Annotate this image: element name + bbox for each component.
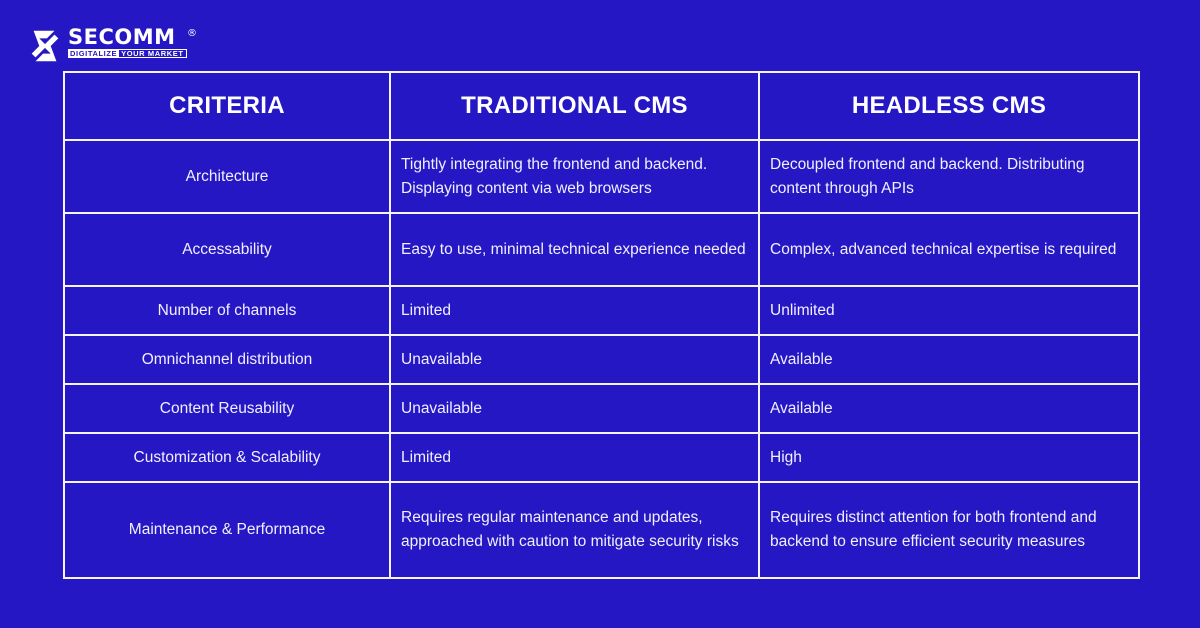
headless-cell: Available (758, 383, 1140, 434)
tagline-part1: DIGITALIZE (68, 49, 120, 58)
criteria-cell: Content Reusability (63, 383, 391, 434)
tagline-part2: YOUR MARKET (119, 49, 187, 58)
criteria-cell: Customization & Scalability (63, 432, 391, 483)
traditional-cell: Unavailable (389, 334, 760, 385)
header-traditional-cms: TRADITIONAL CMS (389, 71, 760, 141)
traditional-cell: Easy to use, minimal technical experienc… (389, 212, 760, 287)
table-row: Omnichannel distribution Unavailable Ava… (63, 334, 1140, 385)
registered-mark: ® (187, 28, 198, 39)
table-header-row: CRITERIA TRADITIONAL CMS HEADLESS CMS (63, 71, 1140, 141)
brand-name: SECOMM ® (68, 25, 197, 49)
traditional-cell: Unavailable (389, 383, 760, 434)
table-row: Customization & Scalability Limited High (63, 432, 1140, 483)
table-row: Accessability Easy to use, minimal techn… (63, 212, 1140, 287)
headless-cell: Decoupled frontend and backend. Distribu… (758, 139, 1140, 214)
traditional-cell: Limited (389, 285, 760, 336)
traditional-cell: Tightly integrating the frontend and bac… (389, 139, 760, 214)
brand-logo: SECOMM ® DIGITALIZE YOUR MARKET (26, 25, 197, 65)
criteria-cell: Accessability (63, 212, 391, 287)
header-criteria: CRITERIA (63, 71, 391, 141)
criteria-cell: Maintenance & Performance (63, 481, 391, 579)
table-row: Architecture Tightly integrating the fro… (63, 139, 1140, 214)
table-row: Content Reusability Unavailable Availabl… (63, 383, 1140, 434)
traditional-cell: Requires regular maintenance and updates… (389, 481, 760, 579)
headless-cell: Unlimited (758, 285, 1140, 336)
headless-cell: Complex, advanced technical expertise is… (758, 212, 1140, 287)
table-row: Maintenance & Performance Requires regul… (63, 481, 1140, 579)
criteria-cell: Number of channels (63, 285, 391, 336)
headless-cell: Available (758, 334, 1140, 385)
table-row: Number of channels Limited Unlimited (63, 285, 1140, 336)
headless-cell: Requires distinct attention for both fro… (758, 481, 1140, 579)
criteria-cell: Omnichannel distribution (63, 334, 391, 385)
brand-name-text: SECOMM (68, 25, 176, 49)
headless-cell: High (758, 432, 1140, 483)
secomm-s-logo-icon (31, 30, 59, 62)
brand-tagline: DIGITALIZE YOUR MARKET (68, 49, 187, 58)
traditional-cell: Limited (389, 432, 760, 483)
header-headless-cms: HEADLESS CMS (758, 71, 1140, 141)
criteria-cell: Architecture (63, 139, 391, 214)
cms-comparison-table: CRITERIA TRADITIONAL CMS HEADLESS CMS Ar… (63, 71, 1140, 579)
